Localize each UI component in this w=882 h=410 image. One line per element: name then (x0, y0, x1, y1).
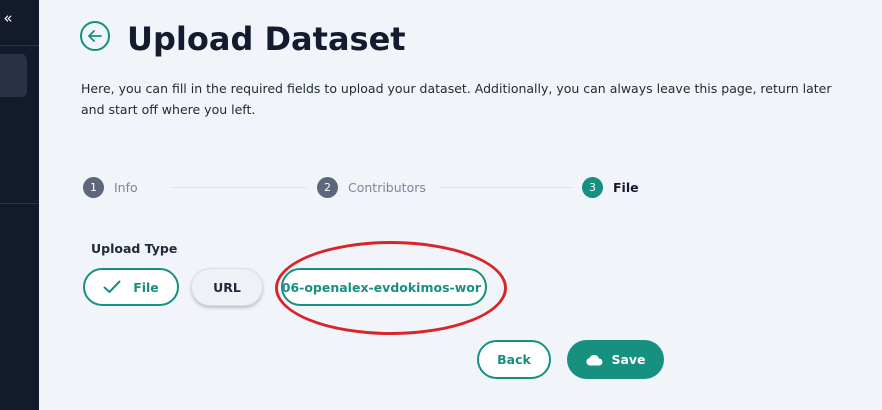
page-title: Upload Dataset (127, 20, 406, 58)
save-button-label: Save (611, 352, 646, 367)
step-file[interactable]: 3 File (582, 176, 639, 198)
step-info[interactable]: 1 Info (83, 176, 138, 198)
arrow-left-circle-icon (88, 30, 102, 42)
selected-file-chip[interactable]: 20240206-openalex-evdokimos-wor (281, 268, 487, 306)
back-button[interactable] (80, 21, 110, 51)
step-contributors[interactable]: 2 Contributors (317, 176, 426, 198)
save-button[interactable]: Save (567, 340, 664, 379)
back-step-button[interactable]: Back (477, 340, 551, 379)
option-label: File (133, 279, 159, 295)
sidebar: « (0, 0, 39, 410)
upload-type-label: Upload Type (91, 241, 178, 256)
sidebar-active-item[interactable] (0, 54, 27, 97)
step-number: 3 (582, 176, 603, 198)
collapse-sidebar-icon[interactable]: « (0, 8, 16, 28)
step-connector (439, 187, 573, 188)
page-description: Here, you can fill in the required field… (81, 81, 832, 117)
step-number: 2 (317, 176, 338, 198)
back-button-label: Back (497, 352, 531, 367)
option-label: URL (213, 279, 241, 295)
cloud-icon (586, 354, 603, 365)
check-icon (103, 280, 121, 293)
step-label: Contributors (348, 179, 426, 195)
step-connector (172, 187, 306, 188)
upload-type-url-option[interactable]: URL (191, 268, 263, 306)
step-number: 1 (83, 176, 104, 198)
step-label: File (613, 179, 639, 195)
sidebar-divider (0, 203, 39, 204)
sidebar-divider (0, 45, 39, 46)
step-label: Info (114, 179, 138, 195)
selected-file-name: 20240206-openalex-evdokimos-wor (281, 279, 481, 295)
upload-type-file-option[interactable]: File (83, 268, 179, 306)
